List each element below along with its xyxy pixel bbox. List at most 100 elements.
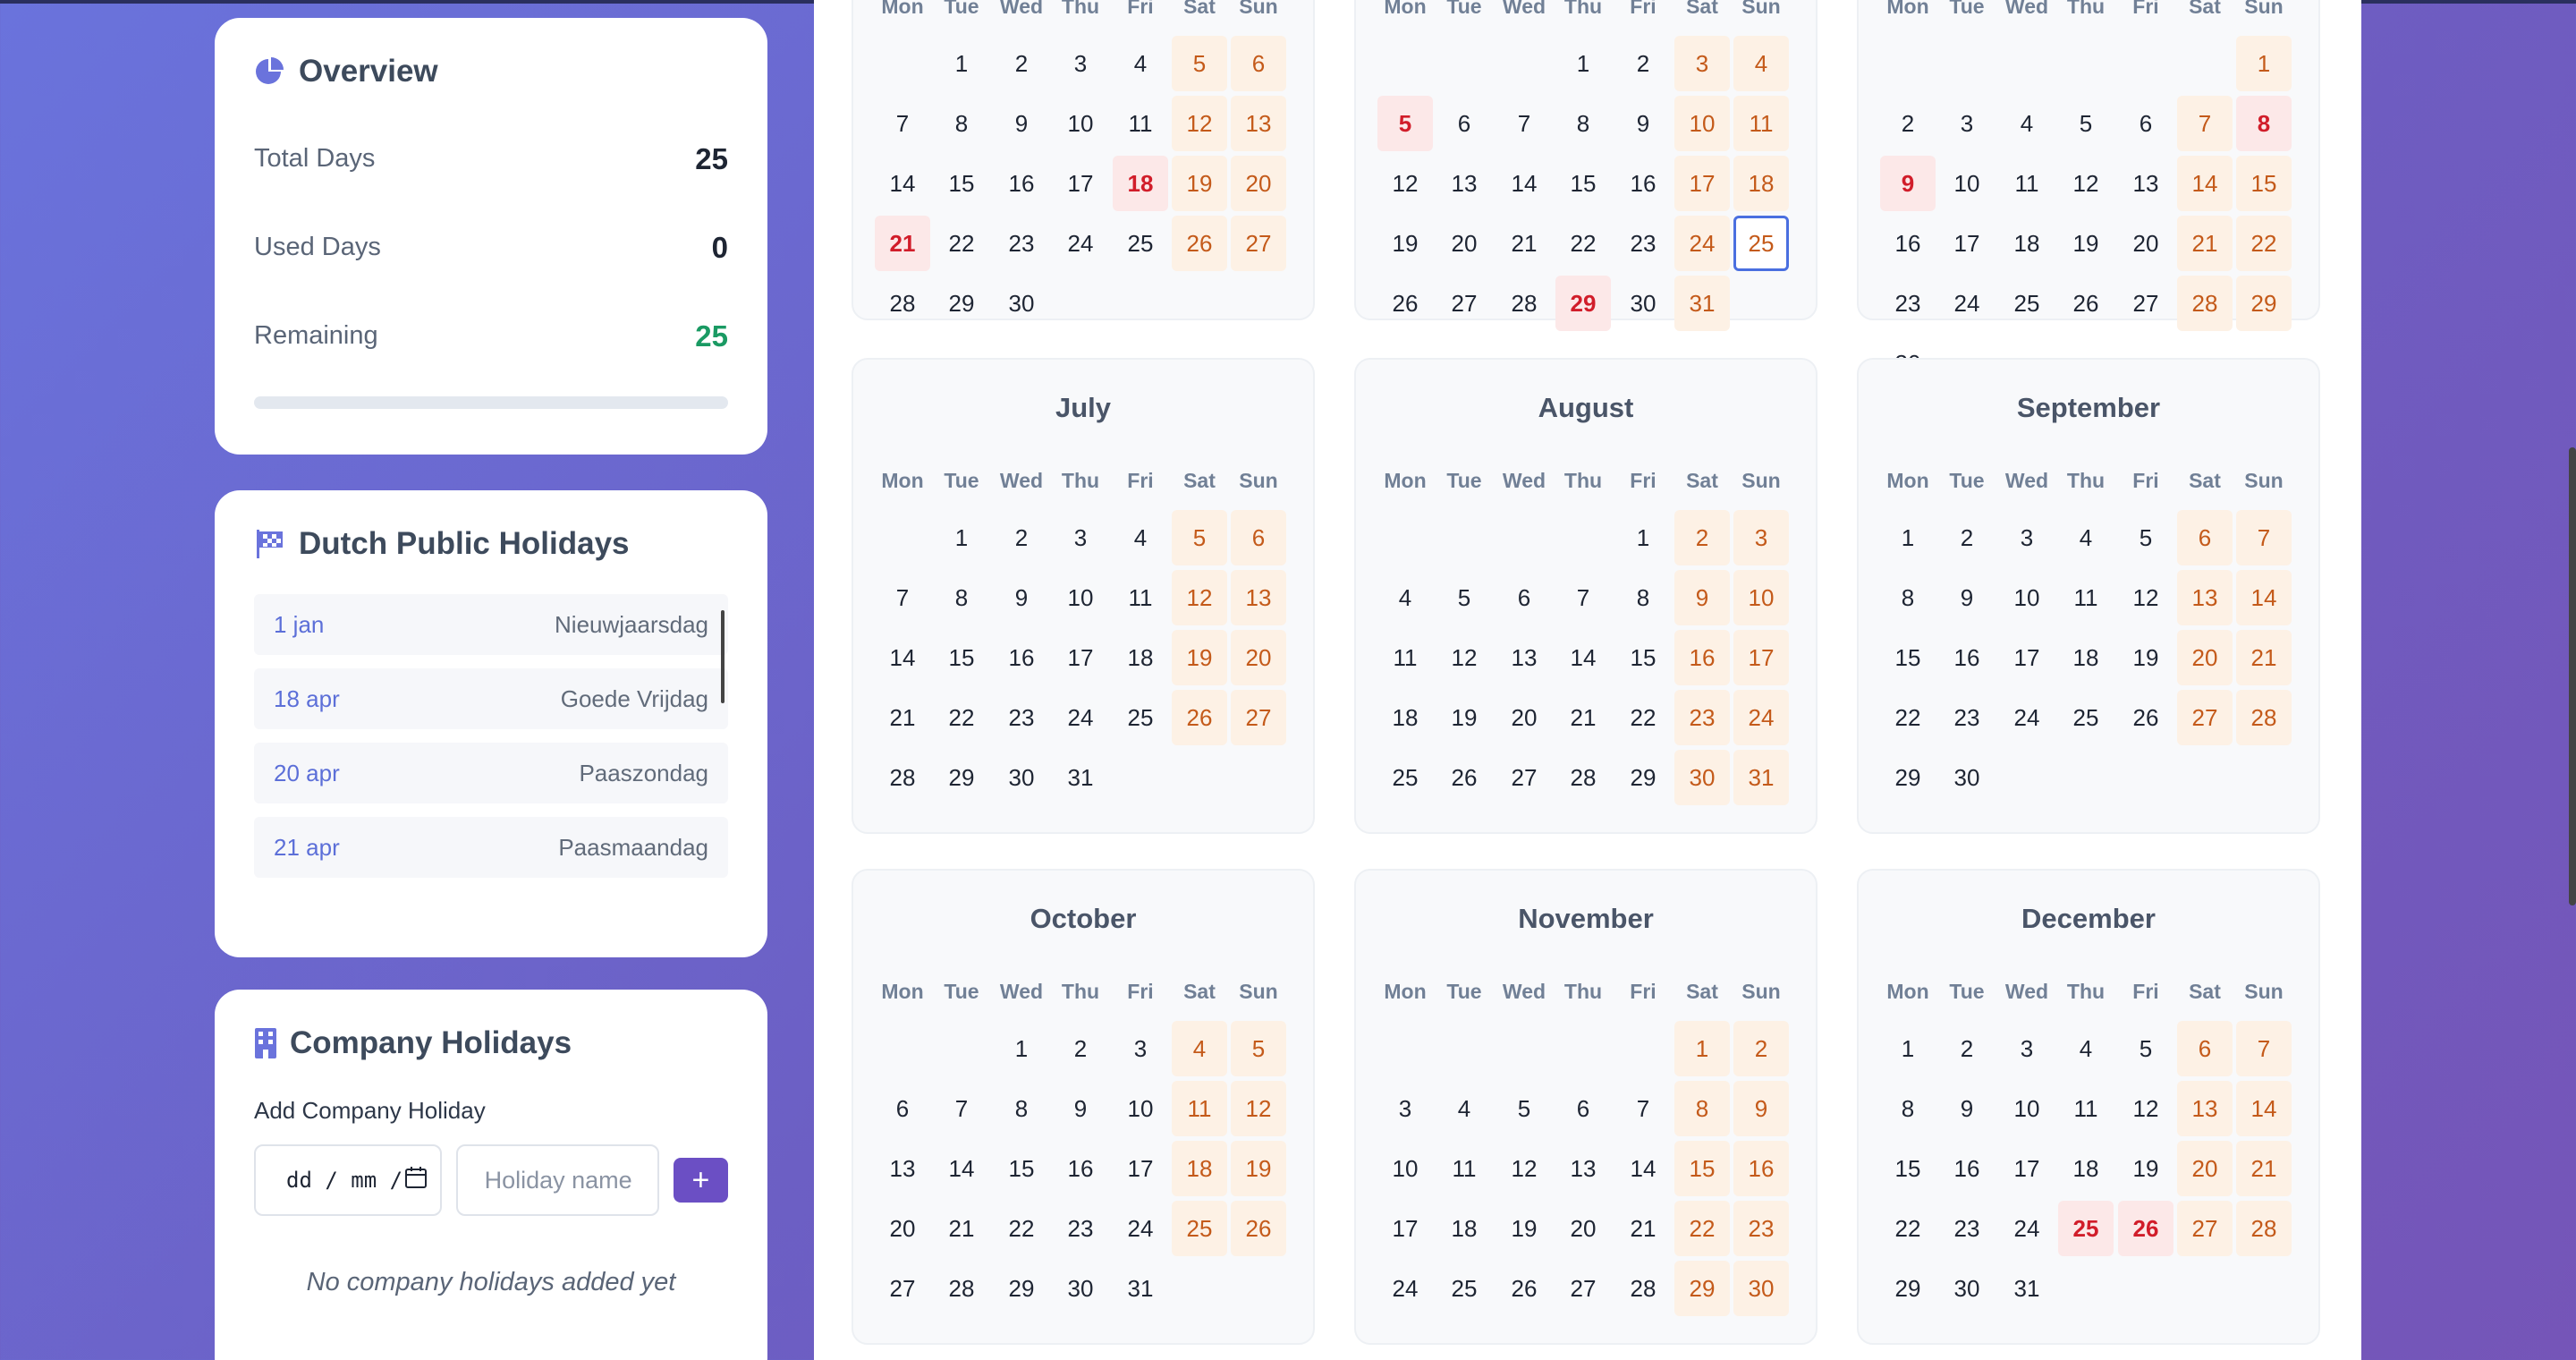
day-cell[interactable]: 26 [1377,276,1433,331]
day-cell[interactable]: 24 [1733,690,1789,745]
day-cell[interactable]: 23 [994,690,1049,745]
day-cell[interactable]: 15 [994,1141,1049,1196]
day-cell[interactable]: 19 [1377,216,1433,271]
day-cell[interactable]: 27 [1436,276,1492,331]
day-cell[interactable]: 11 [2058,570,2114,625]
day-cell[interactable]: 8 [1674,1081,1730,1136]
day-cell[interactable]: 9 [1674,570,1730,625]
day-cell[interactable]: 26 [1436,750,1492,805]
day-cell[interactable]: 10 [1999,1081,2055,1136]
day-cell[interactable]: 18 [1113,630,1168,685]
day-cell[interactable]: 17 [1999,1141,2055,1196]
day-cell[interactable]: 25 [1999,276,2055,331]
day-cell[interactable]: 4 [2058,510,2114,565]
day-cell[interactable]: 28 [1496,276,1552,331]
day-cell[interactable]: 15 [1674,1141,1730,1196]
day-cell[interactable]: 3 [1999,1021,2055,1076]
day-cell[interactable]: 31 [1674,276,1730,331]
day-cell[interactable]: 8 [934,570,989,625]
day-cell-holiday[interactable]: 18 [1113,156,1168,211]
day-cell[interactable]: 16 [1939,1141,1995,1196]
day-cell[interactable]: 30 [994,750,1049,805]
day-cell[interactable]: 11 [1172,1081,1227,1136]
day-cell[interactable]: 3 [1113,1021,1168,1076]
day-cell[interactable]: 5 [1436,570,1492,625]
day-cell[interactable]: 18 [2058,1141,2114,1196]
day-cell[interactable]: 5 [2118,1021,2174,1076]
day-cell[interactable]: 6 [1496,570,1552,625]
day-cell[interactable]: 9 [1939,570,1995,625]
day-cell[interactable]: 14 [934,1141,989,1196]
day-cell[interactable]: 5 [2058,96,2114,151]
day-cell[interactable]: 16 [994,156,1049,211]
day-cell[interactable]: 11 [1113,96,1168,151]
day-cell[interactable]: 14 [2236,570,2292,625]
day-cell[interactable]: 22 [934,216,989,271]
day-cell[interactable]: 15 [1555,156,1611,211]
day-cell[interactable]: 26 [2058,276,2114,331]
day-cell[interactable]: 16 [1733,1141,1789,1196]
day-cell[interactable]: 28 [1615,1261,1671,1316]
day-cell[interactable]: 25 [1377,750,1433,805]
day-cell[interactable]: 22 [1880,1201,1936,1256]
day-cell[interactable]: 30 [994,276,1049,331]
day-cell[interactable]: 7 [2236,510,2292,565]
day-cell[interactable]: 14 [1555,630,1611,685]
day-cell[interactable]: 18 [2058,630,2114,685]
day-cell[interactable]: 9 [1733,1081,1789,1136]
day-cell[interactable]: 14 [875,630,930,685]
day-cell[interactable]: 21 [2236,630,2292,685]
day-cell-holiday[interactable]: 29 [1555,276,1611,331]
day-cell-holiday[interactable]: 9 [1880,156,1936,211]
day-cell[interactable]: 13 [1496,630,1552,685]
day-cell[interactable]: 16 [1880,216,1936,271]
day-cell[interactable]: 11 [1436,1141,1492,1196]
day-cell[interactable]: 1 [1555,36,1611,91]
day-cell[interactable]: 30 [1053,1261,1108,1316]
day-cell[interactable]: 19 [2118,1141,2174,1196]
day-cell[interactable]: 16 [994,630,1049,685]
day-cell[interactable]: 12 [1172,570,1227,625]
day-cell[interactable]: 25 [1113,690,1168,745]
day-cell[interactable]: 4 [1436,1081,1492,1136]
day-cell[interactable]: 27 [875,1261,930,1316]
day-cell[interactable]: 25 [2058,690,2114,745]
day-cell[interactable]: 10 [1053,570,1108,625]
day-cell[interactable]: 16 [1615,156,1671,211]
day-cell[interactable]: 8 [1880,570,1936,625]
day-cell[interactable]: 10 [1674,96,1730,151]
day-cell[interactable]: 19 [2118,630,2174,685]
day-cell[interactable]: 27 [1496,750,1552,805]
day-cell[interactable]: 9 [994,570,1049,625]
day-cell[interactable]: 20 [2118,216,2174,271]
day-cell[interactable]: 20 [2177,630,2233,685]
day-cell[interactable]: 31 [1053,750,1108,805]
day-cell[interactable]: 13 [1555,1141,1611,1196]
day-cell[interactable]: 11 [1113,570,1168,625]
day-cell[interactable]: 23 [1939,690,1995,745]
day-cell[interactable]: 15 [934,156,989,211]
day-cell[interactable]: 8 [1615,570,1671,625]
day-cell[interactable]: 6 [2118,96,2174,151]
day-cell-holiday[interactable]: 21 [875,216,930,271]
day-cell[interactable]: 21 [1496,216,1552,271]
day-cell[interactable]: 18 [1436,1201,1492,1256]
day-cell[interactable]: 26 [1172,216,1227,271]
day-cell[interactable]: 14 [2177,156,2233,211]
day-cell[interactable]: 12 [1496,1141,1552,1196]
day-cell[interactable]: 7 [934,1081,989,1136]
day-cell[interactable]: 2 [1733,1021,1789,1076]
day-cell[interactable]: 19 [1496,1201,1552,1256]
day-cell[interactable]: 2 [1939,1021,1995,1076]
day-cell[interactable]: 6 [1231,36,1286,91]
day-cell[interactable]: 17 [1113,1141,1168,1196]
page-scrollbar[interactable] [2569,447,2576,905]
day-cell-holiday[interactable]: 26 [2118,1201,2174,1256]
day-cell[interactable]: 6 [2177,510,2233,565]
day-cell[interactable]: 18 [1999,216,2055,271]
day-cell[interactable]: 22 [2236,216,2292,271]
day-cell[interactable]: 18 [1733,156,1789,211]
day-cell[interactable]: 16 [1053,1141,1108,1196]
day-cell[interactable]: 11 [2058,1081,2114,1136]
day-cell[interactable]: 27 [1231,690,1286,745]
